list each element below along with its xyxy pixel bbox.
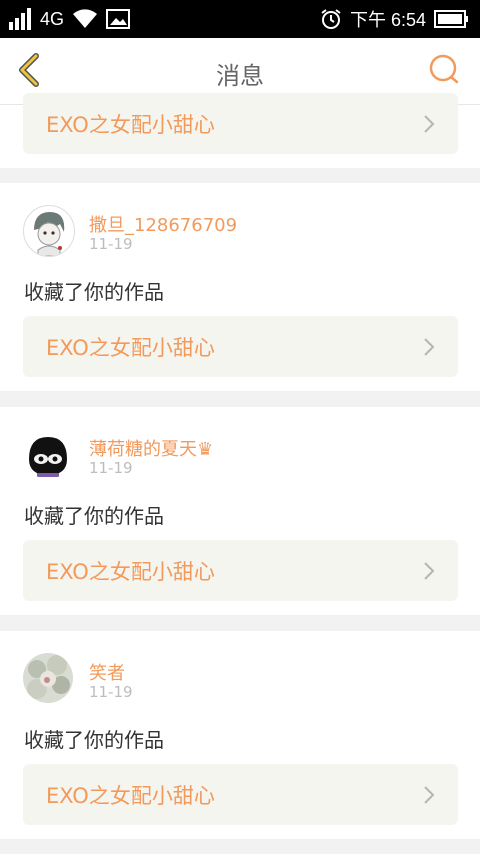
username[interactable]: 撒旦_128676709 <box>89 211 237 237</box>
chevron-right-icon <box>424 115 435 133</box>
work-link[interactable]: EXO之女配小甜心 <box>23 316 458 377</box>
message-action: 收藏了你的作品 <box>24 504 164 528</box>
message-card-partial: EXO之女配小甜心 <box>0 93 480 168</box>
work-link[interactable]: EXO之女配小甜心 <box>23 93 458 154</box>
chevron-right-icon <box>424 786 435 804</box>
message-card: 笑者 11-19 收藏了你的作品 EXO之女配小甜心 <box>0 631 480 839</box>
wifi-icon <box>73 9 98 28</box>
work-link[interactable]: EXO之女配小甜心 <box>23 764 458 825</box>
message-action: 收藏了你的作品 <box>24 728 164 752</box>
work-link[interactable]: EXO之女配小甜心 <box>23 540 458 601</box>
network-type: 4G <box>40 8 65 29</box>
message-date: 11-19 <box>89 235 133 253</box>
battery-icon <box>434 10 468 28</box>
avatar[interactable] <box>23 205 75 257</box>
image-notification-icon <box>106 9 131 29</box>
message-card: 薄荷糖的夏天♛ 11-19 收藏了你的作品 EXO之女配小甜心 <box>0 407 480 615</box>
status-bar: 4G 下午 6:54 <box>0 0 480 38</box>
avatar-image <box>27 655 70 699</box>
chevron-right-icon <box>424 562 435 580</box>
message-date: 11-19 <box>89 459 133 477</box>
search-button[interactable] <box>426 51 462 87</box>
avatar[interactable] <box>23 429 73 479</box>
avatar-image <box>29 437 67 477</box>
username[interactable]: 笑者 <box>89 659 125 685</box>
signal-icon <box>9 8 31 30</box>
alarm-icon <box>321 9 341 29</box>
username[interactable]: 薄荷糖的夏天♛ <box>89 435 213 461</box>
page-title: 消息 <box>216 62 264 90</box>
clock: 下午 6:54 <box>349 10 426 30</box>
avatar-image <box>34 212 65 256</box>
message-card: 撒旦_128676709 11-19 收藏了你的作品 EXO之女配小甜心 <box>0 183 480 391</box>
work-title: EXO之女配小甜心 <box>46 113 215 137</box>
message-action: 收藏了你的作品 <box>24 280 164 304</box>
work-title: EXO之女配小甜心 <box>46 336 215 360</box>
chevron-right-icon <box>424 338 435 356</box>
work-title: EXO之女配小甜心 <box>46 560 215 584</box>
message-date: 11-19 <box>89 683 133 701</box>
avatar[interactable] <box>23 653 73 703</box>
work-title: EXO之女配小甜心 <box>46 784 215 808</box>
